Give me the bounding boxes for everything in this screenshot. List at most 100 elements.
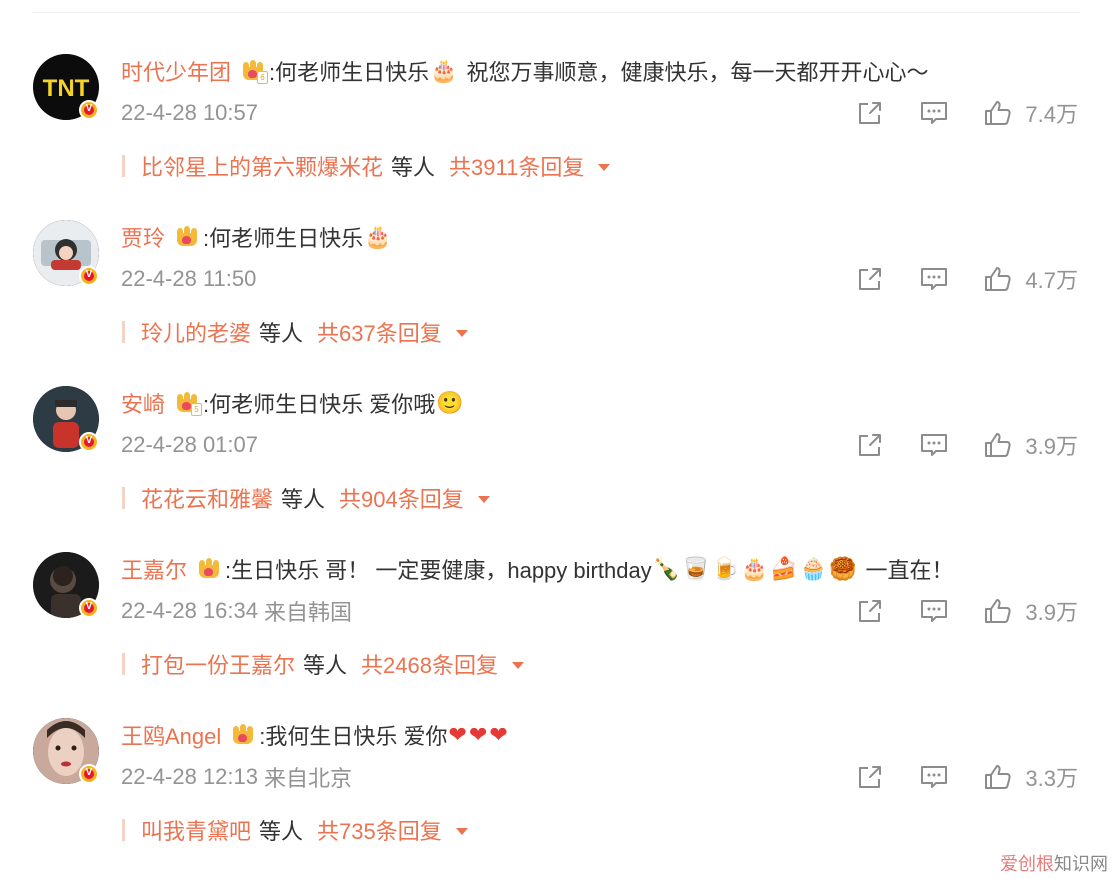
- comment-text-2: 祝您万事顺意，健康快乐，每一天都开开心心～: [466, 60, 929, 85]
- chevron-down-icon[interactable]: [477, 496, 490, 503]
- like-count: 3.3万: [1025, 766, 1078, 791]
- emoji: 🍺: [711, 557, 739, 582]
- username[interactable]: 王鸥Angel: [121, 719, 221, 751]
- share-icon[interactable]: [855, 264, 885, 294]
- reply-username[interactable]: 打包一份王嘉尔: [141, 648, 295, 680]
- reply-username[interactable]: 花花云和雅馨: [141, 482, 273, 514]
- comment-meta: 22-4-28 11:50: [121, 264, 256, 294]
- chevron-down-icon[interactable]: [511, 662, 524, 669]
- comment-item: V 王鸥Angel :我何生日快乐 爱你 ❤❤❤ 22-4-28 12:13 来…: [0, 718, 1116, 884]
- emoji-group: 🍾🥃🍺🎂🍰🧁🥮: [652, 556, 858, 582]
- reply-summary[interactable]: 打包一份王嘉尔 等人 共2468条回复: [122, 650, 524, 678]
- emoji: 🧁: [799, 557, 828, 582]
- verified-v-icon: V: [79, 764, 99, 784]
- action-bar: 4.7万: [855, 264, 1078, 294]
- reply-summary[interactable]: 玲儿的老婆 等人 共637条回复: [122, 318, 468, 346]
- vip-crown-icon: 5: [175, 390, 203, 416]
- verified-v-icon: V: [79, 432, 99, 452]
- share-icon[interactable]: [855, 430, 885, 460]
- emoji: 🍾: [652, 557, 681, 582]
- comment-icon[interactable]: [919, 430, 949, 460]
- reply-username[interactable]: 叫我青黛吧: [141, 814, 251, 846]
- comment-icon[interactable]: [919, 264, 949, 294]
- share-icon[interactable]: [855, 762, 885, 792]
- reply-summary[interactable]: 花花云和雅馨 等人 共904条回复: [122, 484, 490, 512]
- comment-text: :我何生日快乐 爱你: [259, 724, 448, 749]
- comment-icon[interactable]: [919, 596, 949, 626]
- action-bar: 3.9万: [855, 596, 1078, 626]
- verified-v-icon: V: [79, 100, 99, 120]
- vip-crown-icon: [231, 722, 257, 748]
- action-bar: 3.9万: [855, 430, 1078, 460]
- reply-username[interactable]: 玲儿的老婆: [141, 316, 251, 348]
- comment-line: 时代少年团 6 :何老师生日快乐 🎂 祝您万事顺意，健康快乐，每一天都开开心心～: [121, 56, 929, 86]
- emoji: ❤: [448, 723, 467, 748]
- comment-line: 王鸥Angel :我何生日快乐 爱你 ❤❤❤: [121, 720, 509, 750]
- reply-others-label: 等人: [281, 487, 326, 512]
- like-count: 4.7万: [1025, 268, 1078, 293]
- reply-divider: [122, 321, 125, 343]
- username[interactable]: 王嘉尔: [121, 553, 187, 585]
- username[interactable]: 安崎: [121, 387, 165, 419]
- reply-divider: [122, 487, 125, 509]
- username[interactable]: 时代少年团: [121, 55, 231, 87]
- reply-others-label: 等人: [259, 321, 304, 346]
- location: 来自韩国: [264, 600, 353, 625]
- username[interactable]: 贾玲: [121, 221, 165, 253]
- chevron-down-icon[interactable]: [598, 164, 611, 171]
- reply-total[interactable]: 共735条回复: [317, 814, 442, 846]
- watermark-part1: 爱创根: [1000, 854, 1054, 874]
- comment-text-2: 一直在！: [865, 558, 954, 583]
- comment-item: V 贾玲 :何老师生日快乐 🎂 22-4-28 11:50 4.7万 玲儿的老婆…: [0, 220, 1116, 386]
- watermark: 爱创根知识网: [1000, 850, 1108, 876]
- comment-item: V 王嘉尔 :生日快乐 哥！ 一定要健康，happy birthday 🍾🥃🍺🎂…: [0, 552, 1116, 718]
- watermark-part2: 知识网: [1054, 854, 1108, 874]
- chevron-down-icon[interactable]: [455, 828, 468, 835]
- reply-total[interactable]: 共2468条回复: [361, 648, 498, 680]
- chevron-down-icon[interactable]: [455, 330, 468, 337]
- emoji: 🎂: [430, 59, 458, 84]
- emoji: ❤: [468, 723, 488, 748]
- emoji: 🎂: [740, 557, 769, 582]
- thumbs-up-icon[interactable]: [983, 430, 1013, 460]
- emoji-group: 🎂: [363, 224, 392, 250]
- thumbs-up-icon[interactable]: [983, 596, 1013, 626]
- vip-crown-icon: 6: [241, 58, 269, 84]
- emoji: 🍰: [770, 557, 798, 582]
- reply-username[interactable]: 比邻星上的第六颗爆米花: [141, 150, 383, 182]
- timestamp: 22-4-28 16:34: [121, 598, 258, 623]
- comment-line: 贾玲 :何老师生日快乐 🎂: [121, 222, 393, 252]
- reply-total[interactable]: 共637条回复: [317, 316, 442, 348]
- share-icon[interactable]: [855, 98, 885, 128]
- thumbs-up-icon[interactable]: [983, 762, 1013, 792]
- comment-text: :何老师生日快乐 爱你哦: [203, 392, 436, 417]
- reply-summary[interactable]: 叫我青黛吧 等人 共735条回复: [122, 816, 468, 844]
- reply-others-label: 等人: [259, 819, 304, 844]
- like-count: 3.9万: [1025, 434, 1078, 459]
- emoji: 🥃: [682, 557, 710, 582]
- reply-divider: [122, 155, 125, 177]
- action-bar: 7.4万: [855, 98, 1078, 128]
- vip-crown-icon: [175, 224, 201, 250]
- emoji: ❤: [489, 723, 508, 748]
- comment-item: TNT V 时代少年团 6 :何老师生日快乐 🎂 祝您万事顺意，健康快乐，每一天…: [0, 54, 1116, 220]
- verified-v-icon: V: [79, 266, 99, 286]
- emoji: 🎂: [364, 225, 392, 250]
- reply-total[interactable]: 共3911条回复: [449, 150, 584, 182]
- comment-line: 王嘉尔 :生日快乐 哥！ 一定要健康，happy birthday 🍾🥃🍺🎂🍰🧁…: [121, 554, 954, 584]
- timestamp: 22-4-28 11:50: [121, 266, 257, 291]
- share-icon[interactable]: [855, 596, 885, 626]
- location: 来自北京: [264, 766, 353, 791]
- reply-others-label: 等人: [391, 155, 436, 180]
- reply-summary[interactable]: 比邻星上的第六颗爆米花 等人 共3911条回复: [122, 150, 611, 182]
- comment-icon[interactable]: [919, 98, 949, 128]
- comment-icon[interactable]: [919, 762, 949, 792]
- thumbs-up-icon[interactable]: [983, 264, 1013, 294]
- reply-total[interactable]: 共904条回复: [339, 482, 464, 514]
- emoji: 🥮: [829, 557, 857, 582]
- action-bar: 3.3万: [855, 762, 1078, 792]
- thumbs-up-icon[interactable]: [983, 98, 1013, 128]
- timestamp: 22-4-28 10:57: [121, 100, 258, 125]
- emoji-group: ❤❤❤: [448, 722, 509, 748]
- timestamp: 22-4-28 12:13: [121, 764, 258, 789]
